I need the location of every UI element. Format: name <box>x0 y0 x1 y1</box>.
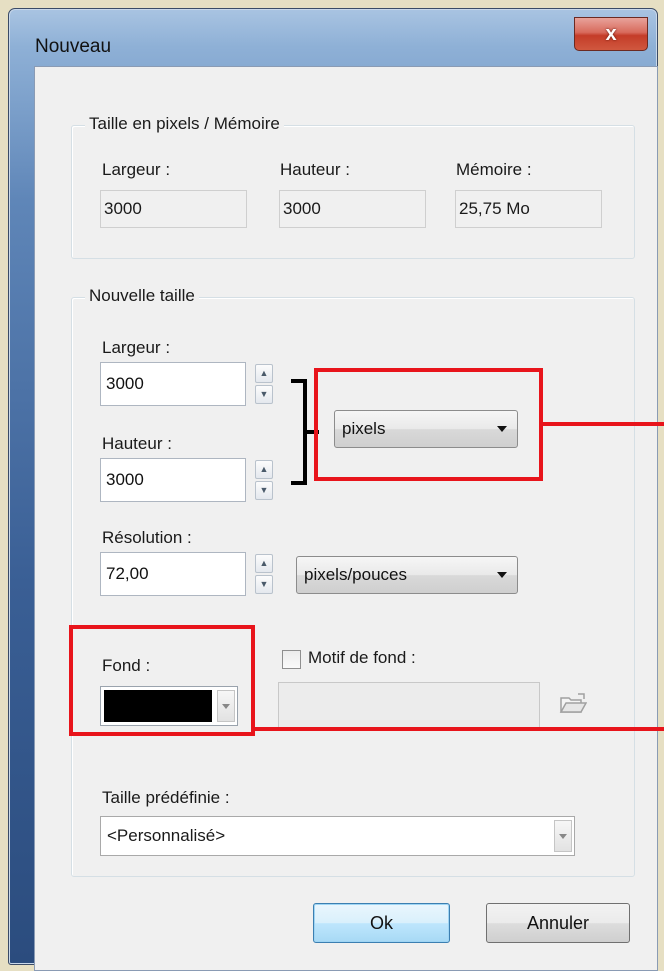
width-input[interactable]: 3000 <box>100 362 246 406</box>
spin-down-icon[interactable]: ▼ <box>255 385 273 404</box>
height-spinner[interactable]: ▲ ▼ <box>255 460 273 500</box>
dialog-window: Nouveau x Taille en pixels / Mémoire Lar… <box>8 8 658 971</box>
spin-up-icon[interactable]: ▲ <box>255 364 273 383</box>
window-title: Nouveau <box>35 36 112 57</box>
unit-highlight-connector <box>542 422 664 426</box>
resolution-input[interactable]: 72,00 <box>100 552 246 596</box>
width-label: Largeur : <box>102 338 171 357</box>
chevron-down-icon <box>559 834 567 839</box>
preset-select[interactable]: <Personnalisé> <box>100 816 575 856</box>
resolution-unit-select-value: pixels/pouces <box>304 565 408 584</box>
spin-up-icon[interactable]: ▲ <box>255 460 273 479</box>
memory-label: Mémoire : <box>456 160 532 179</box>
background-highlight-connector <box>254 727 664 731</box>
dialog-client-area: Taille en pixels / Mémoire Largeur : 300… <box>34 66 658 971</box>
preset-label: Taille prédéfinie : <box>102 788 230 807</box>
memory-width-label: Largeur : <box>102 160 171 179</box>
resolution-label: Résolution : <box>102 528 192 547</box>
preset-select-value: <Personnalisé> <box>107 826 226 845</box>
pattern-checkbox[interactable] <box>282 650 301 669</box>
height-label: Hauteur : <box>102 434 172 453</box>
memory-group: Taille en pixels / Mémoire Largeur : 300… <box>71 114 635 259</box>
folder-open-icon[interactable] <box>559 692 587 716</box>
chevron-down-icon <box>497 572 507 578</box>
pattern-field <box>278 682 540 728</box>
spin-down-icon[interactable]: ▼ <box>255 575 273 594</box>
close-icon: x <box>605 22 617 45</box>
memory-group-title: Taille en pixels / Mémoire <box>85 114 284 134</box>
ok-button[interactable]: Ok <box>313 903 450 943</box>
background-highlight-box <box>69 625 255 736</box>
preset-dropdown-button[interactable] <box>554 820 572 852</box>
memory-field: 25,75 Mo <box>455 190 602 228</box>
height-input[interactable]: 3000 <box>100 458 246 502</box>
close-button[interactable]: x <box>574 17 648 51</box>
cancel-button[interactable]: Annuler <box>486 903 630 943</box>
resolution-unit-select[interactable]: pixels/pouces <box>296 556 518 594</box>
new-size-group-title: Nouvelle taille <box>85 286 199 306</box>
unit-highlight-box <box>314 368 543 481</box>
spin-up-icon[interactable]: ▲ <box>255 554 273 573</box>
memory-height-field: 3000 <box>279 190 426 228</box>
spin-down-icon[interactable]: ▼ <box>255 481 273 500</box>
width-spinner[interactable]: ▲ ▼ <box>255 364 273 404</box>
memory-height-label: Hauteur : <box>280 160 350 179</box>
memory-width-field: 3000 <box>100 190 247 228</box>
resolution-spinner[interactable]: ▲ ▼ <box>255 554 273 594</box>
pattern-checkbox-label[interactable]: Motif de fond : <box>308 648 416 668</box>
